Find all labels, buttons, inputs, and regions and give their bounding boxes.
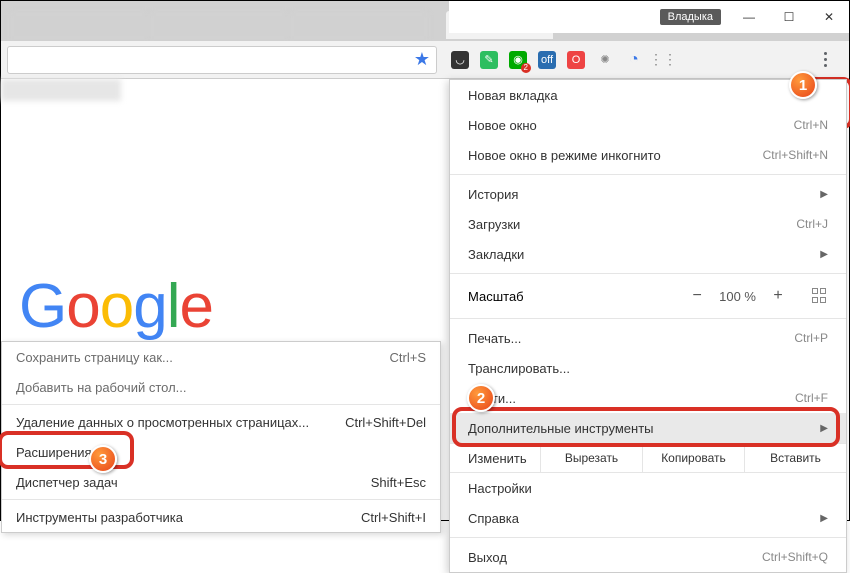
extension-icon[interactable]: ✺ (596, 51, 614, 69)
edit-row: Изменить Вырезать Копировать Вставить (450, 443, 846, 473)
callout-marker-3: 3 (89, 445, 117, 473)
separator (450, 174, 846, 175)
opera-icon[interactable]: O (567, 51, 585, 69)
menu-item-new-tab[interactable]: Новая вкладка (450, 80, 846, 110)
extension-icon[interactable]: ⋮⋮ (654, 51, 672, 69)
menu-item-task-manager[interactable]: Диспетчер задач Shift+Esc (2, 467, 440, 497)
tab-inactive[interactable] (149, 11, 289, 41)
separator (2, 404, 440, 405)
omnibox[interactable]: ★ (7, 46, 437, 74)
close-button[interactable]: ✕ (809, 2, 849, 32)
chrome-menu-button[interactable] (807, 46, 843, 74)
menu-item-extensions[interactable]: Расширения (2, 437, 440, 467)
menu-item-cast[interactable]: Транслировать... (450, 353, 846, 383)
minimize-button[interactable]: — (729, 2, 769, 32)
blurred-content (1, 79, 121, 101)
separator (450, 318, 846, 319)
maximize-button[interactable]: ☐ (769, 2, 809, 32)
menu-item-save-page[interactable]: Сохранить страницу как... Ctrl+S (2, 342, 440, 372)
extension-icons: ◡ ✎ ◉2 off O ✺ ◔ ⋮⋮ (451, 51, 672, 69)
google-logo: Google (19, 271, 213, 342)
fullscreen-icon[interactable] (812, 288, 828, 304)
tab-inactive[interactable] (9, 11, 149, 41)
extension-icon[interactable]: off (538, 51, 556, 69)
menu-item-incognito[interactable]: Новое окно в режиме инкогнитоCtrl+Shift+… (450, 140, 846, 170)
menu-item-settings[interactable]: Настройки (450, 473, 846, 503)
separator (450, 273, 846, 274)
more-tools-submenu: Сохранить страницу как... Ctrl+S Добавит… (1, 341, 441, 533)
menu-item-exit[interactable]: ВыходCtrl+Shift+Q (450, 542, 846, 572)
zoom-value: 100 % (719, 289, 756, 304)
menu-item-history[interactable]: История▶ (450, 179, 846, 209)
menu-item-new-window[interactable]: Новое окноCtrl+N (450, 110, 846, 140)
callout-marker-1: 1 (789, 71, 817, 99)
toolbar: ★ ◡ ✎ ◉2 off O ✺ ◔ ⋮⋮ (1, 41, 849, 79)
menu-item-clear-data[interactable]: Удаление данных о просмотренных страница… (2, 407, 440, 437)
separator (2, 499, 440, 500)
menu-item-find[interactable]: Найти...Ctrl+F (450, 383, 846, 413)
pocket-icon[interactable]: ◡ (451, 51, 469, 69)
paste-button[interactable]: Вставить (744, 444, 846, 472)
evernote-icon[interactable]: ✎ (480, 51, 498, 69)
zoom-in-button[interactable]: + (772, 287, 784, 305)
chrome-main-menu: Новая вкладка Новое окноCtrl+N Новое окн… (449, 79, 847, 573)
menu-item-help[interactable]: Справка▶ (450, 503, 846, 533)
menu-item-downloads[interactable]: ЗагрузкиCtrl+J (450, 209, 846, 239)
menu-item-add-desktop[interactable]: Добавить на рабочий стол... (2, 372, 440, 402)
extension-icon[interactable]: ◔ (625, 51, 643, 69)
tab-inactive[interactable] (289, 11, 429, 41)
cut-button[interactable]: Вырезать (540, 444, 642, 472)
menu-item-more-tools[interactable]: Дополнительные инструменты▶ (450, 413, 846, 443)
user-badge[interactable]: Владыка (660, 9, 721, 25)
copy-button[interactable]: Копировать (642, 444, 744, 472)
extension-icon[interactable]: ◉2 (509, 51, 527, 69)
menu-item-print[interactable]: Печать...Ctrl+P (450, 323, 846, 353)
separator (450, 537, 846, 538)
menu-item-dev-tools[interactable]: Инструменты разработчика Ctrl+Shift+I (2, 502, 440, 532)
callout-marker-2: 2 (467, 384, 495, 412)
menu-item-zoom: Масштаб − 100 % + (450, 278, 846, 314)
zoom-out-button[interactable]: − (691, 287, 703, 305)
titlebar: Владыка — ☐ ✕ (449, 1, 849, 33)
menu-item-bookmarks[interactable]: Закладки▶ (450, 239, 846, 269)
bookmark-star-icon[interactable]: ★ (414, 49, 430, 70)
